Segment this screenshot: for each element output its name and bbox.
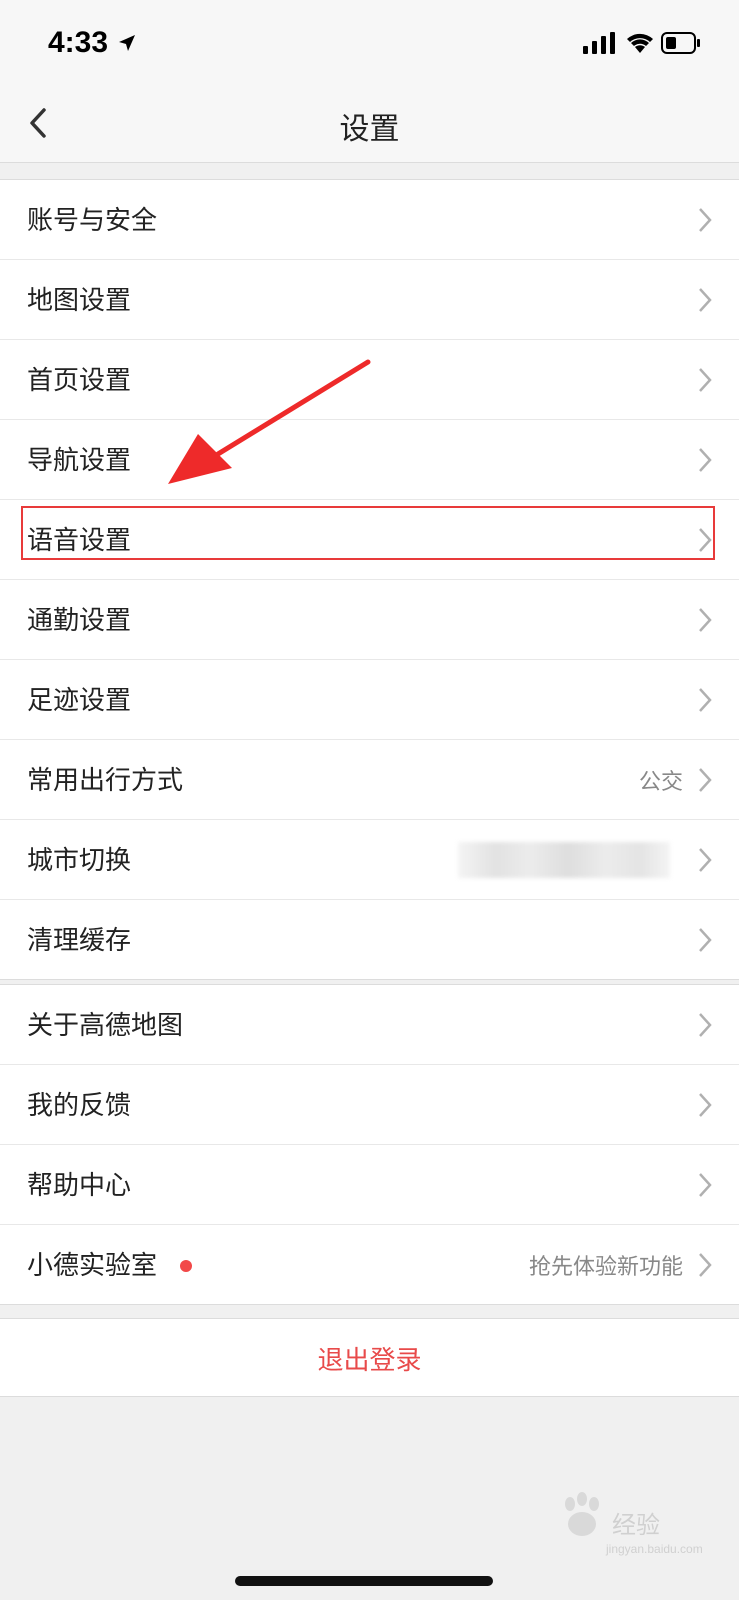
row-label: 城市切换 xyxy=(27,846,132,876)
chevron-right-icon xyxy=(699,1013,712,1037)
row-label: 常用出行方式 xyxy=(27,766,184,796)
row-label: 关于高德地图 xyxy=(27,1011,184,1041)
baidu-paw-logo-icon xyxy=(565,1492,599,1536)
location-arrow-icon xyxy=(118,34,136,56)
battery-icon xyxy=(661,32,701,58)
row-label: 帮助中心 xyxy=(27,1171,132,1201)
row-label: 通勤设置 xyxy=(27,606,132,636)
row-value: 抢先体验新功能 xyxy=(528,1255,683,1280)
chevron-right-icon xyxy=(699,208,712,232)
page-title: 设置 xyxy=(339,112,400,147)
row-my-feedback[interactable]: 我的反馈 xyxy=(0,1065,739,1145)
logout-label: 退出登录 xyxy=(317,1346,422,1376)
settings-group-about: 关于高德地图 我的反馈 帮助中心 小德实验室 抢先体验新功能 xyxy=(0,984,739,1305)
chevron-right-icon xyxy=(699,848,712,872)
chevron-right-icon xyxy=(699,928,712,952)
row-label: 足迹设置 xyxy=(27,686,132,716)
row-city-switch[interactable]: 城市切换 xyxy=(0,820,739,900)
nav-bar: 设置 xyxy=(0,86,739,163)
chevron-right-icon xyxy=(699,288,712,312)
chevron-right-icon xyxy=(699,608,712,632)
chevron-right-icon xyxy=(699,768,712,792)
watermark-text: 经验 xyxy=(612,1511,660,1539)
status-time: 4:33 xyxy=(48,26,109,59)
chevron-right-icon xyxy=(699,448,712,472)
chevron-right-icon xyxy=(699,1173,712,1197)
row-about[interactable]: 关于高德地图 xyxy=(0,985,739,1065)
chevron-right-icon xyxy=(699,1253,712,1277)
row-account-security[interactable]: 账号与安全 xyxy=(0,180,739,260)
row-label: 清理缓存 xyxy=(27,926,132,956)
signal-icon xyxy=(583,32,615,58)
home-indicator[interactable] xyxy=(235,1576,493,1586)
blurred-city-value xyxy=(458,842,670,878)
row-clear-cache[interactable]: 清理缓存 xyxy=(0,900,739,979)
logout-button[interactable]: 退出登录 xyxy=(0,1318,739,1397)
annotation-arrow-icon xyxy=(168,359,371,484)
chevron-right-icon xyxy=(699,1093,712,1117)
row-value: 公交 xyxy=(638,770,683,795)
wifi-icon xyxy=(626,31,654,57)
row-commute-settings[interactable]: 通勤设置 xyxy=(0,580,739,660)
watermark-sub: jingyan.baidu.com xyxy=(606,1542,703,1556)
chevron-right-icon xyxy=(699,368,712,392)
settings-group-main: 账号与安全 地图设置 首页设置 导航设置 语音设置 通勤设置 足迹设置 常用出行… xyxy=(0,179,739,980)
row-label: 账号与安全 xyxy=(27,206,158,236)
row-label: 导航设置 xyxy=(27,446,132,476)
row-label: 小德实验室 xyxy=(27,1251,158,1281)
new-badge-dot xyxy=(180,1260,192,1272)
row-footprint-settings[interactable]: 足迹设置 xyxy=(0,660,739,740)
row-map-settings[interactable]: 地图设置 xyxy=(0,260,739,340)
chevron-right-icon xyxy=(699,688,712,712)
status-bar: 4:33 xyxy=(0,0,739,86)
row-label: 我的反馈 xyxy=(27,1091,132,1121)
annotation-highlight-box xyxy=(21,506,715,560)
row-help-center[interactable]: 帮助中心 xyxy=(0,1145,739,1225)
row-label: 地图设置 xyxy=(27,286,132,316)
row-lab[interactable]: 小德实验室 抢先体验新功能 xyxy=(0,1225,739,1304)
row-travel-mode[interactable]: 常用出行方式 公交 xyxy=(0,740,739,820)
row-label: 首页设置 xyxy=(27,366,132,396)
